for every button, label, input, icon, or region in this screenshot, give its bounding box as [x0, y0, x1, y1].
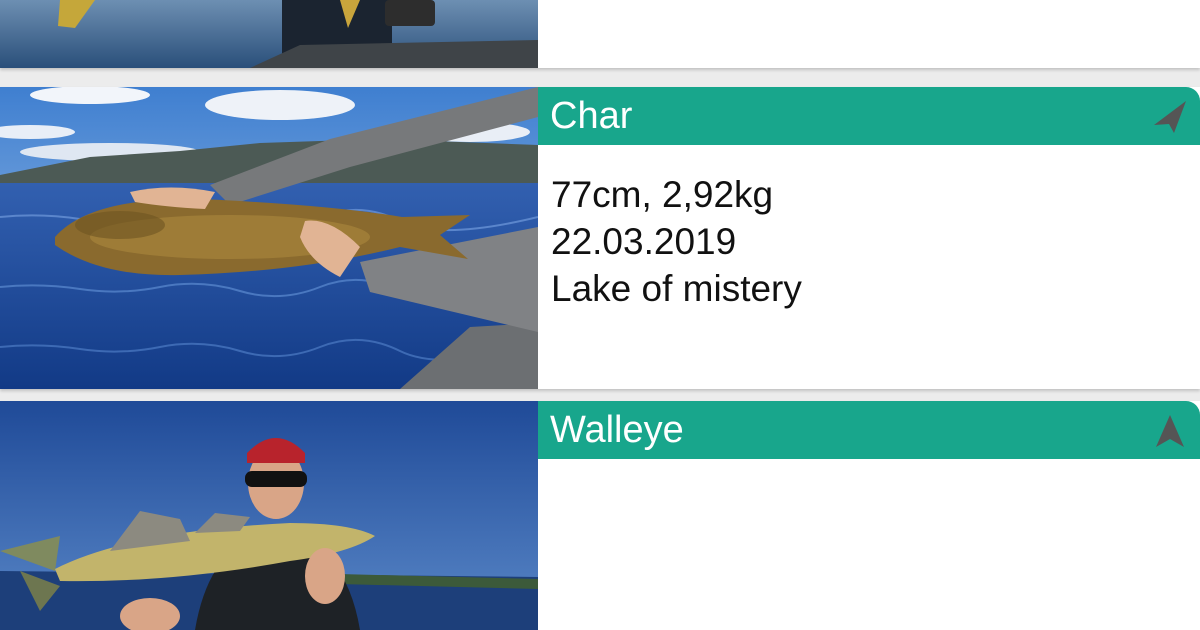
- catch-date: 22.03.2019: [551, 221, 737, 262]
- fish-photo-image: [0, 87, 538, 389]
- catch-title-bar[interactable]: Char: [538, 87, 1200, 145]
- navigation-arrow-icon[interactable]: [1150, 99, 1190, 135]
- catch-info-walleye: Walleye: [538, 401, 1200, 630]
- catch-title-bar[interactable]: Walleye: [538, 401, 1200, 459]
- navigation-arrow-icon[interactable]: [1150, 413, 1190, 449]
- catch-photo-1[interactable]: [0, 0, 538, 68]
- fish-photo-image: [0, 401, 538, 630]
- fish-photo-image: [0, 0, 538, 68]
- catch-species-title: Char: [550, 95, 633, 137]
- catch-photo-walleye[interactable]: [0, 401, 538, 630]
- catch-card-1[interactable]: [0, 0, 1200, 68]
- catch-card-char[interactable]: Char 77cm, 2,92kg 22.03.2019 Lake of mis…: [0, 87, 1200, 389]
- catch-photo-char[interactable]: [0, 87, 538, 389]
- catch-card-walleye[interactable]: Walleye: [0, 401, 1200, 630]
- catch-location: Lake of mistery: [551, 268, 802, 309]
- catch-info-char: Char 77cm, 2,92kg 22.03.2019 Lake of mis…: [538, 87, 1200, 389]
- catch-details: 77cm, 2,92kg 22.03.2019 Lake of mistery: [551, 171, 802, 312]
- catch-size-weight: 77cm, 2,92kg: [551, 174, 774, 215]
- catch-info-1: [538, 0, 1200, 68]
- catch-species-title: Walleye: [550, 409, 684, 451]
